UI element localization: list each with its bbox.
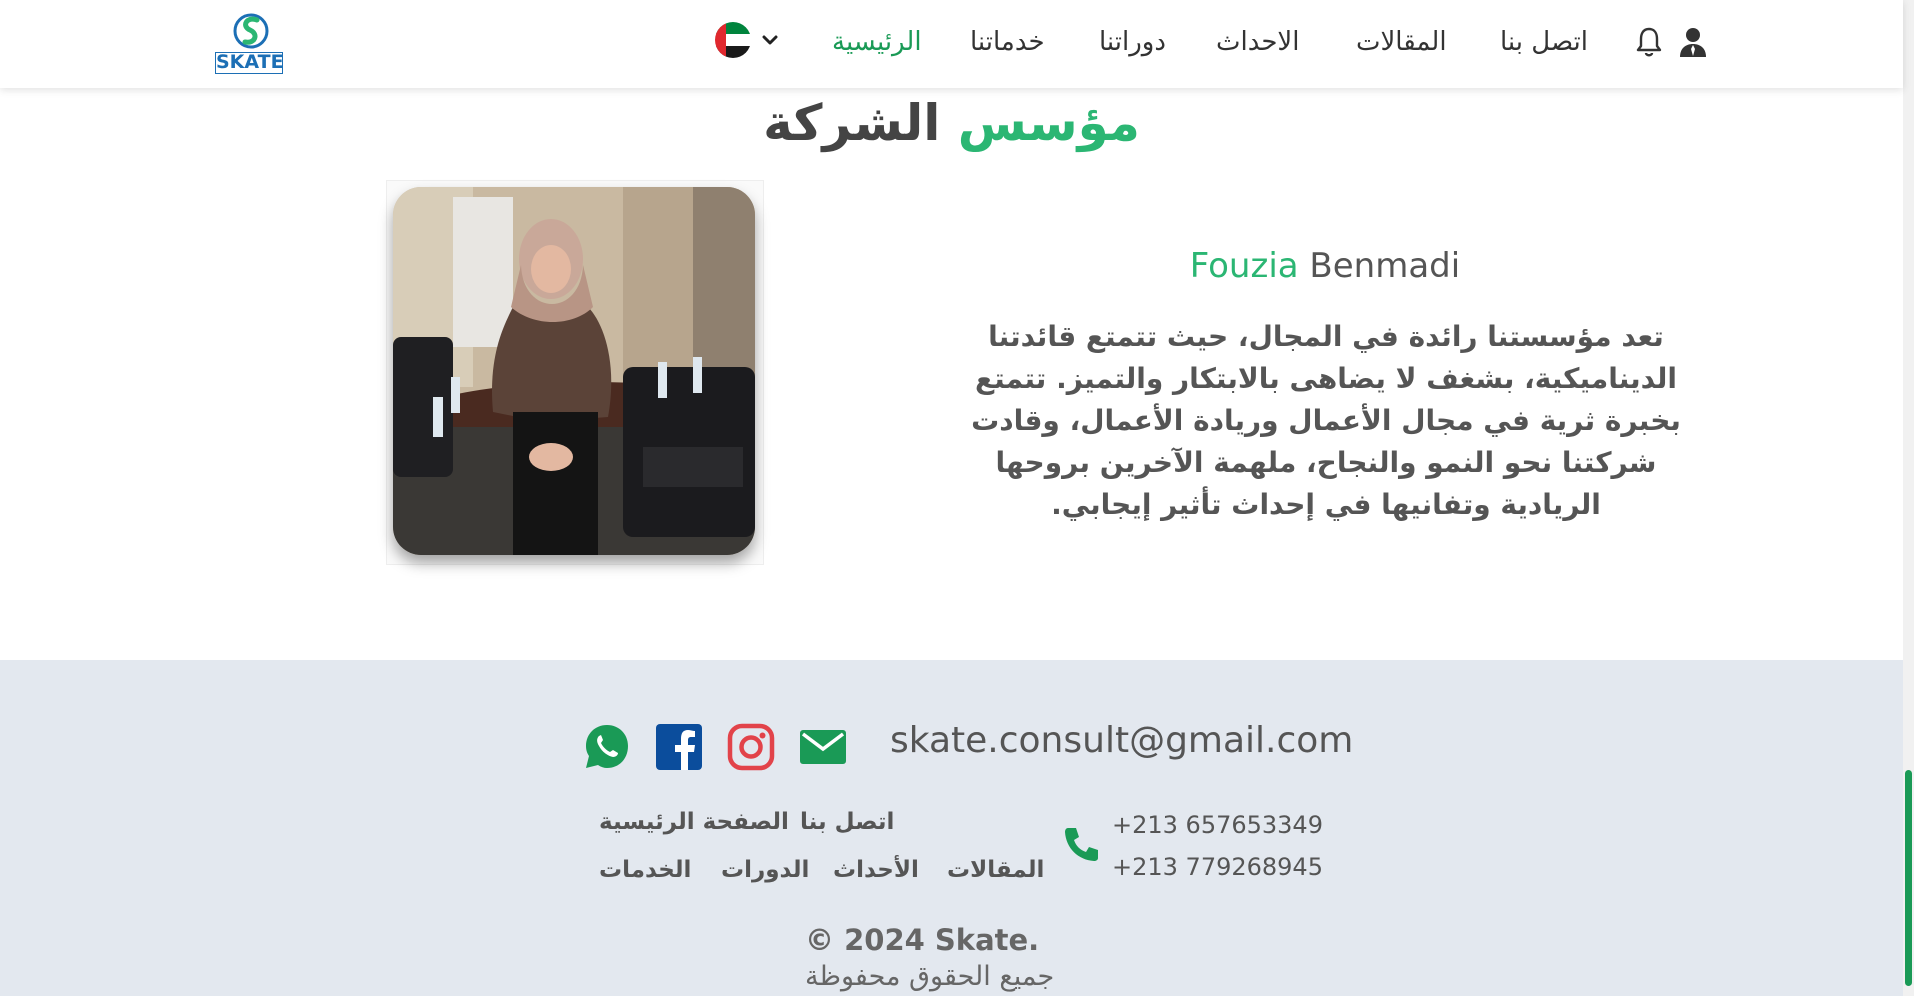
founder-last-name: Benmadi: [1309, 246, 1461, 286]
nav-events[interactable]: الاحداث: [1216, 24, 1299, 60]
bell-icon[interactable]: [1636, 26, 1662, 58]
email-icon[interactable]: [798, 722, 848, 772]
nav-home[interactable]: الرئيسية: [832, 24, 922, 60]
founder-photo-frame: [386, 180, 764, 565]
nav-articles[interactable]: المقالات: [1356, 24, 1447, 60]
phone-icon: [1065, 828, 1098, 861]
footer-link-events[interactable]: الأحداث: [833, 854, 919, 886]
nav-courses[interactable]: دوراتنا: [1099, 24, 1166, 60]
copyright-text: © 2024 Skate.: [805, 923, 1040, 957]
rights-text: جميع الحقوق محفوظة: [805, 961, 1055, 992]
footer-email[interactable]: skate.consult@gmail.com: [890, 718, 1353, 764]
founder-section-title: مؤسس الشركة: [0, 88, 1903, 158]
founder-title-green: مؤسس: [957, 94, 1140, 152]
scrollbar-thumb[interactable]: [1905, 770, 1912, 986]
footer-link-home[interactable]: الصفحة الرئيسية: [599, 806, 789, 838]
footer-link-contact[interactable]: اتصل بنا: [800, 806, 894, 838]
top-navbar: SKATE الرئيسية خدماتنا دوراتنا الاحداث ا…: [0, 0, 1903, 88]
nav-services[interactable]: خدماتنا: [970, 24, 1045, 60]
chevron-down-icon[interactable]: [760, 30, 780, 50]
footer-phone-1[interactable]: +213 657653349: [1112, 809, 1323, 841]
footer-link-services[interactable]: الخدمات: [599, 854, 691, 886]
footer-link-courses[interactable]: الدورات: [721, 854, 809, 886]
footer-phone-2[interactable]: +213 779268945: [1112, 851, 1323, 883]
founder-title-dark: الشركة: [763, 94, 941, 152]
founder-photo: [393, 187, 755, 555]
founder-name: Fouzia Benmadi: [980, 244, 1670, 288]
facebook-icon[interactable]: [654, 722, 704, 772]
nav-contact[interactable]: اتصل بنا: [1500, 24, 1588, 60]
user-icon[interactable]: [1678, 26, 1708, 58]
skate-logo[interactable]: SKATE: [213, 10, 285, 76]
uae-flag-icon[interactable]: [715, 22, 751, 58]
founder-bio: تعد مؤسستنا رائدة في المجال، حيث تتمتع ق…: [971, 320, 1681, 521]
instagram-icon[interactable]: [726, 722, 776, 772]
whatsapp-icon[interactable]: [582, 722, 632, 772]
founder-first-name: Fouzia: [1189, 246, 1299, 286]
logo-text: SKATE: [215, 51, 284, 74]
footer-link-articles[interactable]: المقالات: [947, 854, 1044, 886]
skate-s-logo-icon: [233, 13, 269, 49]
